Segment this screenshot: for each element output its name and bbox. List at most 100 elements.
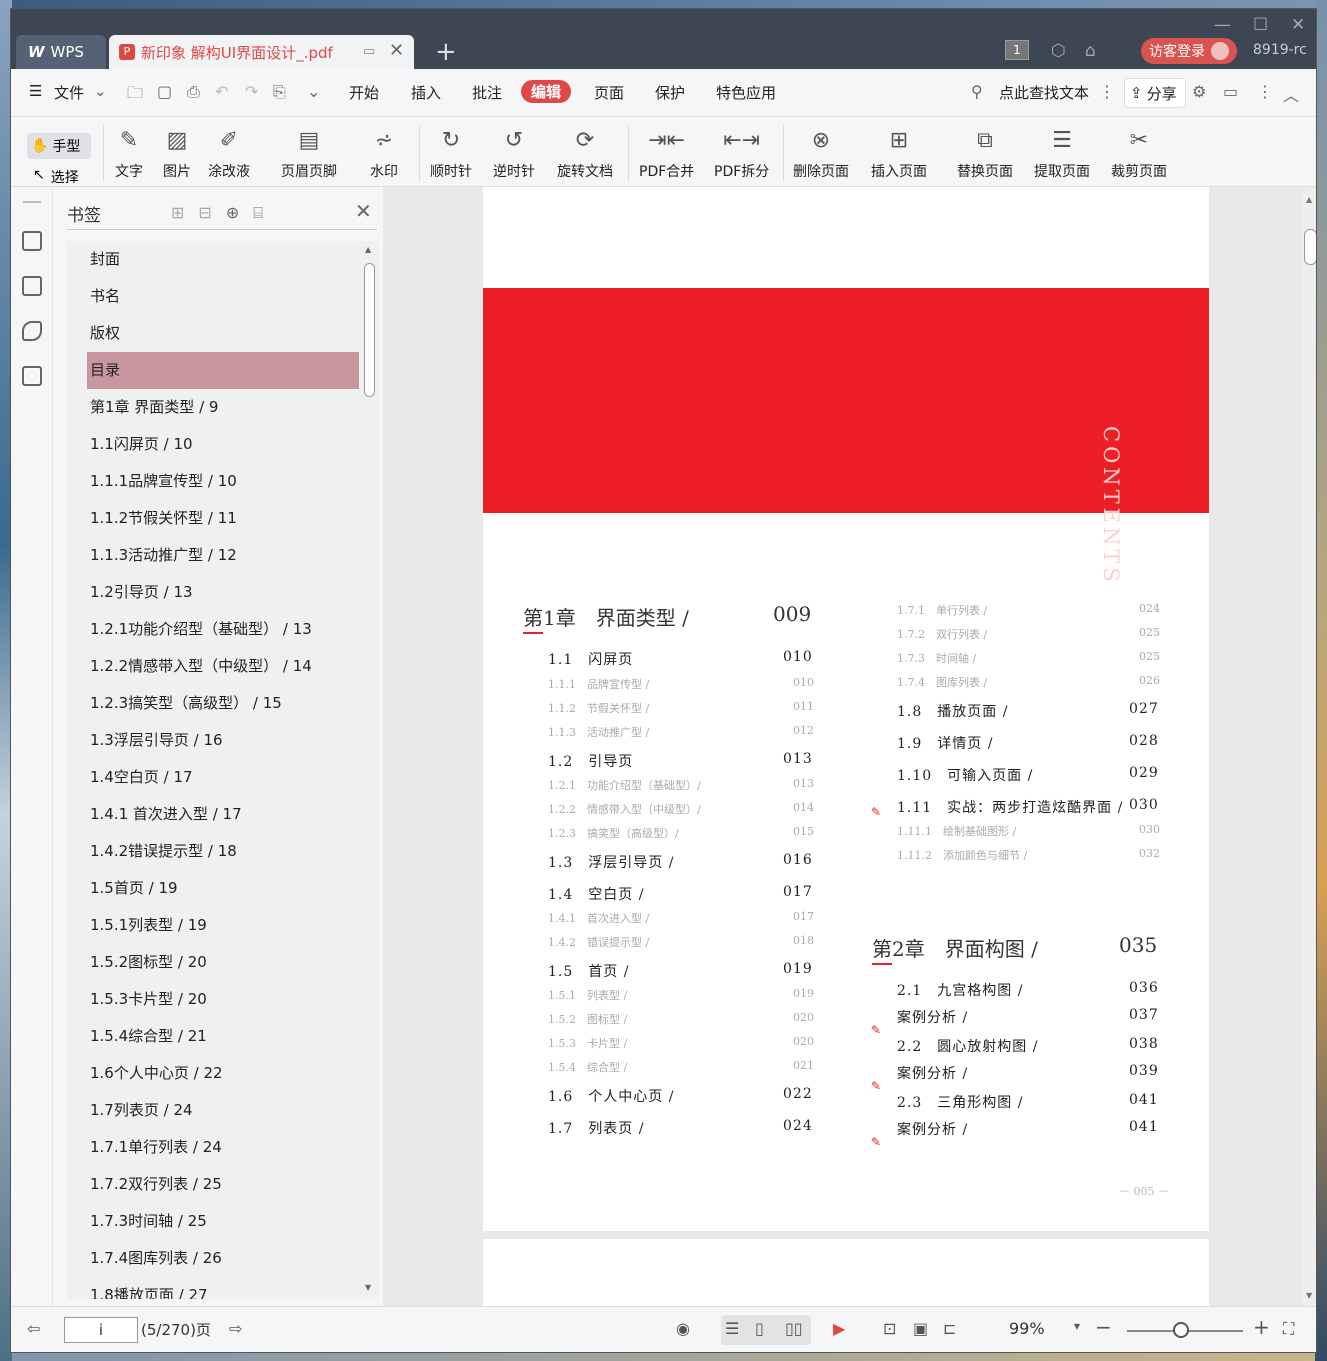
bookmark-item[interactable]: 1.7列表页 / 24 [67, 1092, 361, 1129]
menu-annotate[interactable]: 批注 [472, 82, 502, 103]
fit-page-icon[interactable]: ▣ [913, 1319, 928, 1338]
collapse-ribbon-icon[interactable]: ︿ [1283, 82, 1299, 106]
undo-icon[interactable]: ↶ [215, 82, 228, 101]
pdf-merge-button[interactable]: ⇥⇤ PDF合并 [639, 117, 694, 187]
bookmark-item[interactable]: 封面 [67, 241, 361, 278]
chevron-down-icon[interactable]: ⌄ [94, 82, 107, 100]
bookmark-item[interactable]: 1.8播放页面 / 27 [67, 1277, 361, 1299]
bookmark-list-icon[interactable] [22, 231, 42, 251]
bookmark-item[interactable]: 1.1闪屏页 / 10 [67, 426, 361, 463]
new-tab-button[interactable]: + [435, 37, 457, 67]
scrollbar-thumb[interactable] [1304, 229, 1316, 265]
bookmark-item[interactable]: 第1章 界面类型 / 9 [67, 389, 361, 426]
export-icon[interactable]: ⎘ [273, 82, 286, 102]
bookmark-item[interactable]: 1.5.1列表型 / 19 [67, 907, 361, 944]
redo-icon[interactable]: ↷ [245, 82, 258, 101]
next-page-icon[interactable]: ⇨ [229, 1319, 242, 1338]
document-tab[interactable]: P 新印象 解构UI界面设计_.pdf ▭ ✕ [109, 35, 414, 69]
play-icon[interactable]: ▶ [833, 1319, 845, 1338]
bookmark-item[interactable]: 1.5.3卡片型 / 20 [67, 981, 361, 1018]
annotation-icon[interactable] [22, 321, 42, 341]
bookmark-item[interactable]: 目录 [87, 352, 359, 389]
shirt-icon[interactable]: ⌂ [1085, 41, 1096, 61]
bookmark-item[interactable]: 书名 [67, 278, 361, 315]
search-icon[interactable]: ⚲ [971, 82, 983, 101]
gear-icon[interactable]: ⚙ [1192, 82, 1206, 101]
menu-page[interactable]: 页面 [594, 82, 624, 103]
bookmark-item[interactable]: 1.5首页 / 19 [67, 870, 361, 907]
menu-insert[interactable]: 插入 [411, 82, 441, 103]
bookmark-item[interactable]: 1.7.4图库列表 / 26 [67, 1240, 361, 1277]
zoom-in-icon[interactable]: + [1253, 1315, 1270, 1339]
replace-page-button[interactable]: ⧉ 替换页面 [957, 117, 1013, 187]
watermark-button[interactable]: ⩫ 水印 [368, 117, 400, 187]
more-icon[interactable]: ⋮ [1257, 82, 1273, 101]
bookmark-item[interactable]: 1.2引导页 / 13 [67, 574, 361, 611]
rotate-ccw-button[interactable]: ↺ 逆时针 [493, 117, 535, 187]
guest-login-button[interactable]: 访客登录 [1141, 38, 1237, 64]
more-vertical-icon[interactable]: ⋮ [1099, 82, 1115, 101]
actual-size-icon[interactable]: ⊡ [883, 1319, 896, 1338]
bookmark-item[interactable]: 1.2.1功能介绍型（基础型） / 13 [67, 611, 361, 648]
open-folder-icon[interactable]: 🗀 [127, 82, 143, 109]
more-quick-icon[interactable]: ⌄ [307, 82, 320, 101]
page-number-input[interactable]: i [64, 1317, 138, 1343]
pdf-split-button[interactable]: ⇤⇥ PDF拆分 [714, 117, 769, 187]
bookmark-item[interactable]: 1.4空白页 / 17 [67, 759, 361, 796]
menu-edit[interactable]: 编辑 [521, 80, 572, 103]
single-page-icon[interactable]: ▯ [755, 1319, 764, 1338]
search-text-field[interactable]: 点此查找文本 [999, 82, 1089, 103]
scrollbar-thumb[interactable] [364, 263, 375, 397]
rotate-cw-button[interactable]: ↻ 顺时针 [430, 117, 472, 187]
document-scrollbar[interactable]: ▲ ▼ [1303, 187, 1316, 1306]
bookmark-item[interactable]: 1.5.2图标型 / 20 [67, 944, 361, 981]
share-button[interactable]: ⇪ 分享 [1124, 78, 1186, 108]
bookmark-scrollbar[interactable]: ▲ ▼ [361, 241, 378, 1299]
bookmark-icon[interactable]: ⌸ [253, 203, 263, 223]
bookmark-item[interactable]: 1.1.2节假关怀型 / 11 [67, 500, 361, 537]
bookmark-item[interactable]: 1.7.3时间轴 / 25 [67, 1203, 361, 1240]
bookmark-item[interactable]: 1.3浮层引导页 / 16 [67, 722, 361, 759]
insert-page-button[interactable]: ⊞ 插入页面 [871, 117, 927, 187]
bookmark-item[interactable]: 1.6个人中心页 / 22 [67, 1055, 361, 1092]
zoom-out-icon[interactable]: − [1095, 1315, 1112, 1339]
text-button[interactable]: ✎ 文字 [113, 117, 145, 187]
zoom-level[interactable]: 99% [1009, 1319, 1045, 1338]
continuous-view-icon[interactable]: ☰ [725, 1319, 739, 1338]
comment-icon[interactable]: ▭ [1223, 82, 1238, 101]
header-footer-button[interactable]: ▤ 页眉页脚 [281, 117, 337, 187]
print-icon[interactable]: ⎙ [187, 82, 200, 102]
close-tab-icon[interactable]: ✕ [389, 40, 404, 61]
wps-home-tab[interactable]: W WPS [16, 35, 106, 69]
maximize-icon[interactable]: ☐ [1253, 15, 1268, 35]
menu-protect[interactable]: 保护 [655, 82, 685, 103]
expand-icon[interactable]: ⊞ [171, 203, 184, 223]
add-bookmark-icon[interactable]: ⊕ [226, 203, 239, 223]
thumbnail-icon[interactable] [22, 276, 42, 296]
extract-page-button[interactable]: ☰ 提取页面 [1034, 117, 1090, 187]
whiteout-button[interactable]: ✐ 涂改液 [208, 117, 250, 187]
select-tool-button[interactable]: ↖ 选择 [33, 167, 79, 187]
bookmark-item[interactable]: 1.4.1 首次进入型 / 17 [67, 796, 361, 833]
file-menu[interactable]: 文件 [54, 82, 84, 103]
window-count-badge[interactable]: 1 [1005, 40, 1029, 60]
close-window-icon[interactable]: ✕ [1291, 15, 1305, 35]
menu-start[interactable]: 开始 [349, 82, 379, 103]
bookmark-item[interactable]: 1.7.1单行列表 / 24 [67, 1129, 361, 1166]
zoom-dropdown-icon[interactable]: ▾ [1074, 1319, 1080, 1333]
two-page-icon[interactable]: ▯▯ [785, 1319, 803, 1338]
bookmark-item[interactable]: 1.1.3活动推广型 / 12 [67, 537, 361, 574]
attachment-icon[interactable] [22, 366, 42, 386]
hamburger-icon[interactable]: ☰ [29, 82, 42, 100]
bookmark-item[interactable]: 1.5.4综合型 / 21 [67, 1018, 361, 1055]
bookmark-item[interactable]: 1.4.2错误提示型 / 18 [67, 833, 361, 870]
prev-page-icon[interactable]: ⇦ [27, 1319, 40, 1338]
fit-width-icon[interactable]: ⊏ [943, 1319, 956, 1338]
collapse-icon[interactable]: ⊟ [198, 203, 211, 223]
delete-page-button[interactable]: ⊗ 删除页面 [793, 117, 849, 187]
zoom-slider-knob[interactable] [1173, 1322, 1189, 1338]
hand-tool-button[interactable]: ✋ 手型 [27, 133, 91, 159]
save-icon[interactable]: ▢ [157, 82, 172, 101]
rotate-doc-button[interactable]: ⟳ 旋转文档 [557, 117, 613, 187]
close-panel-icon[interactable]: ✕ [355, 199, 372, 223]
